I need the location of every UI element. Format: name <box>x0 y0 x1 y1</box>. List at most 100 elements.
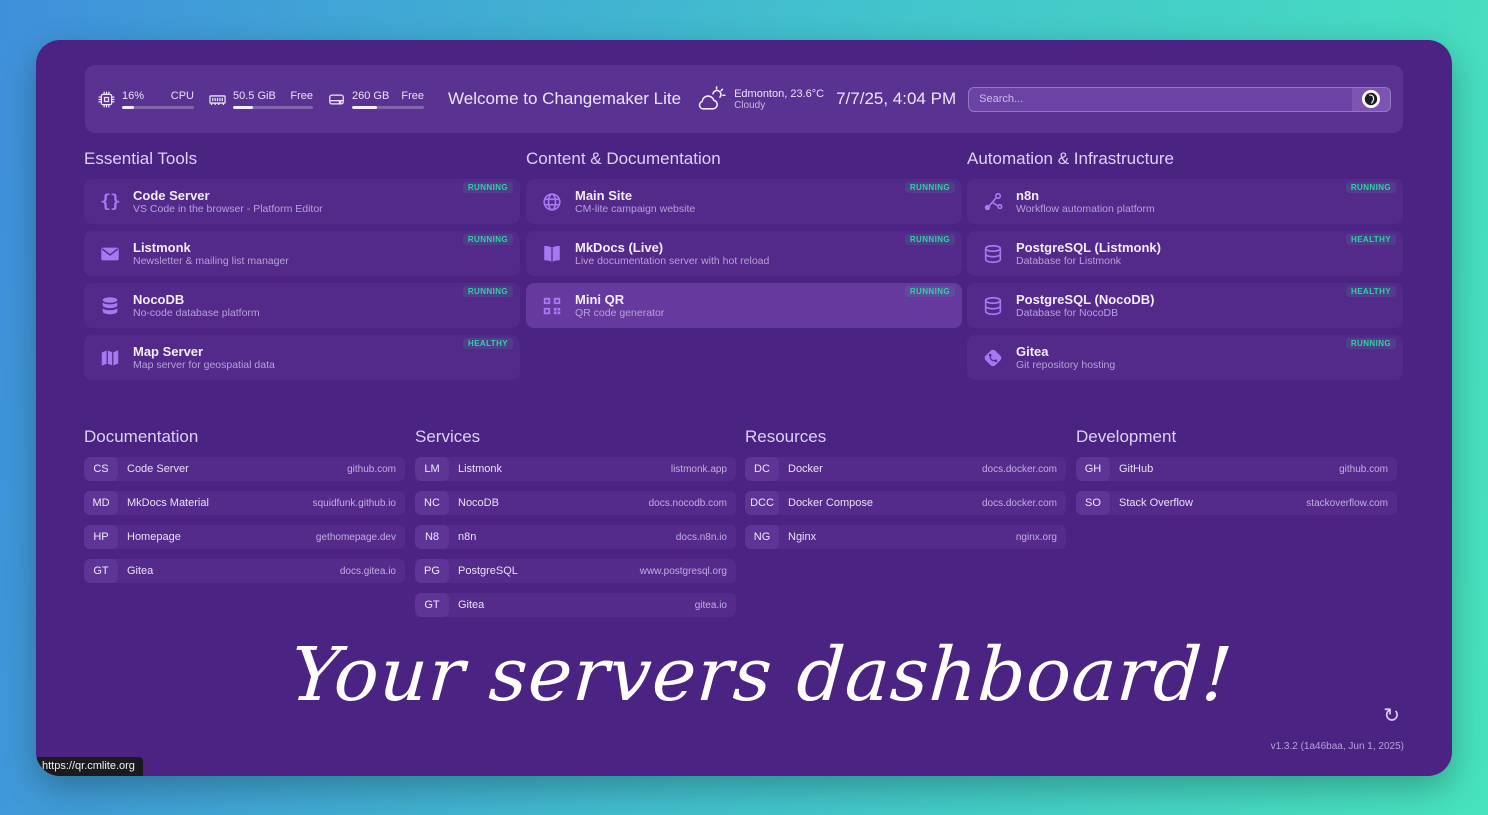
cpu-stat: 16%CPU <box>97 90 194 109</box>
bookmark-link[interactable]: GT Gitea gitea.io <box>415 593 736 617</box>
service-name: PostgreSQL (NocoDB) <box>1016 292 1154 307</box>
service-name: Main Site <box>575 188 695 203</box>
bookmark-abbr: HP <box>84 525 118 549</box>
bookmark-link[interactable]: MDMkDocs Materialsquidfunk.github.io <box>84 491 405 515</box>
service-description: Live documentation server with hot reloa… <box>575 255 769 268</box>
bookmark-name: Code Server <box>127 463 189 475</box>
search-provider-button[interactable] <box>1352 88 1390 111</box>
bookmark-url: nginx.org <box>1016 532 1057 543</box>
service-card-mini-qr[interactable]: Mini QR QR code generator RUNNING <box>526 283 962 328</box>
bookmark-link[interactable]: NGNginxnginx.org <box>745 525 1066 549</box>
book-icon <box>539 243 565 265</box>
bookmark-url: listmonk.app <box>671 464 727 475</box>
bookmark-link[interactable]: GHGitHubgithub.com <box>1076 457 1397 481</box>
bookmark-url: docs.nocodb.com <box>649 498 727 509</box>
database-icon <box>980 243 1006 265</box>
header-bar: 16%CPU 50.5 GiB Free 260 GBFree Welcome t… <box>85 65 1403 133</box>
bookmark-link[interactable]: DCDockerdocs.docker.com <box>745 457 1066 481</box>
service-description: QR code generator <box>575 307 664 320</box>
disk-icon <box>327 90 346 109</box>
bookmark-abbr: MD <box>84 491 118 515</box>
service-name: Map Server <box>133 344 275 359</box>
memory-stat: 50.5 GiB Free <box>208 90 313 109</box>
disk-stat: 260 GBFree <box>327 90 424 109</box>
service-description: Database for NocoDB <box>1016 307 1154 320</box>
bookmark-link[interactable]: PG PostgreSQL www.postgresql.org <box>415 559 736 583</box>
bookmark-link[interactable]: LMListmonklistmonk.app <box>415 457 736 481</box>
disk-bar <box>352 106 424 109</box>
qr-code-icon <box>539 295 565 317</box>
weather-location: Edmonton, 23.6°C <box>734 88 824 100</box>
status-badge: HEALTHY <box>1346 234 1396 245</box>
bookmark-abbr: GT <box>415 593 449 617</box>
globe-icon <box>539 191 565 213</box>
bookmark-name: PostgreSQL <box>458 565 518 577</box>
memory-icon <box>208 90 227 109</box>
bookmark-url: docs.gitea.io <box>340 566 396 577</box>
cpu-icon <box>97 90 116 109</box>
service-card-postgres-listmonk[interactable]: PostgreSQL (Listmonk) Database for Listm… <box>967 231 1403 276</box>
service-description: Newsletter & mailing list manager <box>133 255 289 268</box>
service-description: Database for Listmonk <box>1016 255 1161 268</box>
bookmark-link[interactable]: SOStack Overflowstackoverflow.com <box>1076 491 1397 515</box>
service-card-listmonk[interactable]: Listmonk Newsletter & mailing list manag… <box>84 231 520 276</box>
bookmark-link[interactable]: HPHomepagegethomepage.dev <box>84 525 405 549</box>
bookmark-abbr: GH <box>1076 457 1110 481</box>
page-title: Welcome to Changemaker Lite <box>448 89 681 109</box>
bookmark-name: Gitea <box>127 565 153 577</box>
service-card-nocodb[interactable]: NocoDB No-code database platform RUNNING <box>84 283 520 328</box>
memory-label: Free <box>290 90 313 102</box>
service-description: Git repository hosting <box>1016 359 1115 372</box>
mail-icon <box>97 243 123 265</box>
status-badge: RUNNING <box>905 234 955 245</box>
bookmarks-development: Development GHGitHubgithub.com SOStack O… <box>1076 428 1397 525</box>
weather-widget[interactable]: Edmonton, 23.6°C Cloudy <box>695 85 824 113</box>
bookmark-link[interactable]: N8n8ndocs.n8n.io <box>415 525 736 549</box>
bookmark-name: Gitea <box>458 599 484 611</box>
bookmark-abbr: DCC <box>745 491 779 515</box>
bookmark-abbr: LM <box>415 457 449 481</box>
service-card-code-server[interactable]: {} Code Server VS Code in the browser - … <box>84 179 520 224</box>
bookmark-url: www.postgresql.org <box>640 566 727 577</box>
service-card-postgres-nocodb[interactable]: PostgreSQL (NocoDB) Database for NocoDB … <box>967 283 1403 328</box>
bookmark-abbr: GT <box>84 559 118 583</box>
service-name: NocoDB <box>133 292 260 307</box>
service-card-gitea[interactable]: Gitea Git repository hosting RUNNING <box>967 335 1403 380</box>
bookmark-link[interactable]: CS Code Server github.com <box>84 457 405 481</box>
bookmark-name: NocoDB <box>458 497 499 509</box>
bookmark-name: GitHub <box>1119 463 1153 475</box>
section-title: Development <box>1076 428 1397 446</box>
bookmark-url: docs.n8n.io <box>676 532 727 543</box>
service-description: No-code database platform <box>133 307 260 320</box>
bookmark-link[interactable]: NCNocoDBdocs.nocodb.com <box>415 491 736 515</box>
dashboard-window: 16%CPU 50.5 GiB Free 260 GBFree Welcome t… <box>36 40 1452 776</box>
bookmark-url: squidfunk.github.io <box>313 498 396 509</box>
service-card-mkdocs[interactable]: MkDocs (Live) Live documentation server … <box>526 231 962 276</box>
bookmark-abbr: DC <box>745 457 779 481</box>
service-name: n8n <box>1016 188 1155 203</box>
status-badge: RUNNING <box>463 234 513 245</box>
bookmark-url: gitea.io <box>695 600 727 611</box>
service-card-main-site[interactable]: Main Site CM-lite campaign website RUNNI… <box>526 179 962 224</box>
search-input[interactable] <box>969 88 1352 111</box>
memory-value: 50.5 GiB <box>233 90 276 102</box>
status-badge: RUNNING <box>905 286 955 297</box>
bookmark-name: Docker Compose <box>788 497 873 509</box>
refresh-icon[interactable]: ↻ <box>1383 706 1400 726</box>
database-icon <box>980 295 1006 317</box>
section-title: Essential Tools <box>84 150 520 168</box>
service-description: Workflow automation platform <box>1016 203 1155 216</box>
sun-cloud-icon <box>695 85 727 113</box>
link-preview-tooltip: https://qr.cmlite.org <box>36 757 143 776</box>
bookmark-link[interactable]: DCCDocker Composedocs.docker.com <box>745 491 1066 515</box>
bookmark-abbr: PG <box>415 559 449 583</box>
cpu-value: 16% <box>122 90 144 102</box>
braces-icon: {} <box>97 191 123 212</box>
bookmark-link[interactable]: GT Gitea docs.gitea.io <box>84 559 405 583</box>
git-icon <box>980 347 1006 369</box>
bookmark-url: github.com <box>347 464 396 475</box>
service-card-n8n[interactable]: n8n Workflow automation platform RUNNING <box>967 179 1403 224</box>
bookmark-abbr: CS <box>84 457 118 481</box>
disk-label: Free <box>401 90 424 102</box>
service-card-map-server[interactable]: Map Server Map server for geospatial dat… <box>84 335 520 380</box>
